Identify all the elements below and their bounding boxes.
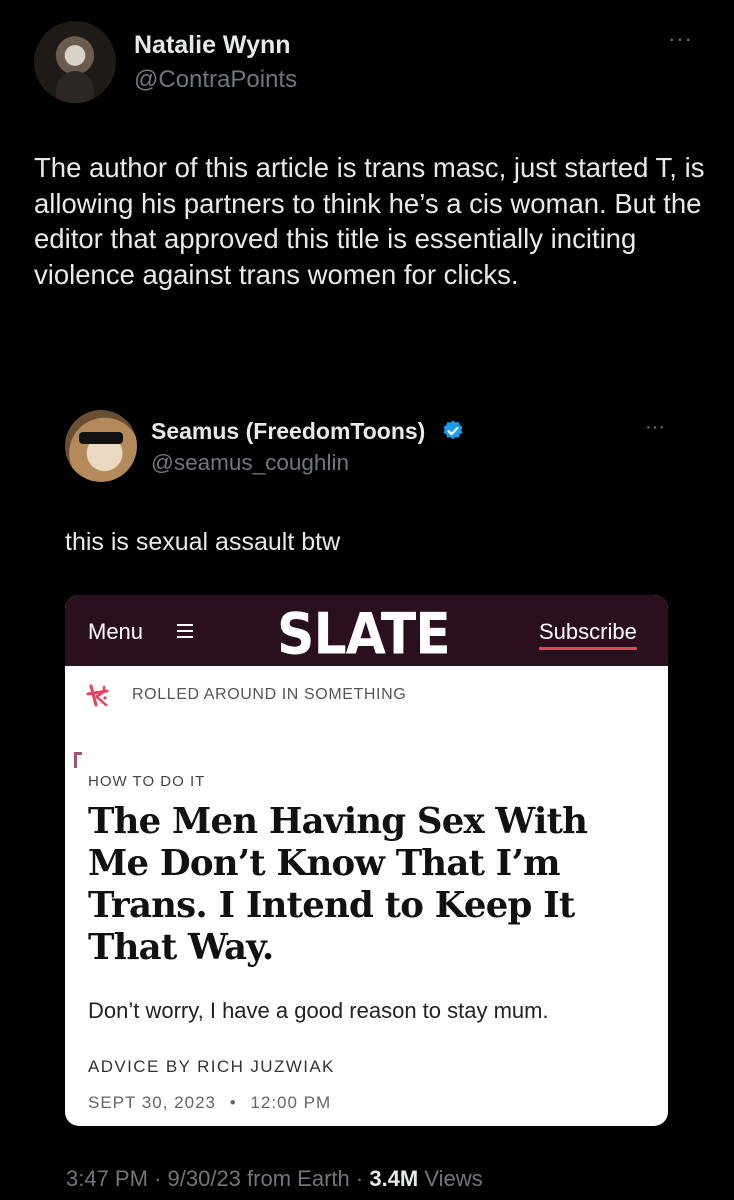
- quoted-author-handle[interactable]: @seamus_coughlin: [151, 450, 349, 476]
- tweet-date[interactable]: 9/30/23: [168, 1166, 241, 1191]
- menu-label: Menu: [88, 619, 144, 644]
- tweet-text: The author of this article is trans masc…: [34, 152, 705, 290]
- article-kicker: HOW TO DO IT: [88, 773, 206, 790]
- article-headline: The Men Having Sex With Me Don’t Know Th…: [88, 801, 588, 968]
- meta-separator: ·: [355, 1166, 364, 1191]
- quoted-more-options-icon[interactable]: ···: [645, 416, 665, 439]
- author-avatar[interactable]: [34, 21, 116, 103]
- views-label[interactable]: Views: [424, 1166, 482, 1191]
- more-options-icon[interactable]: ···: [668, 26, 693, 52]
- tweet-source: from Earth: [247, 1166, 350, 1191]
- article-time: 12:00 PM: [250, 1093, 332, 1112]
- author-handle[interactable]: @ContraPoints: [134, 66, 297, 94]
- subscribe-link: Subscribe: [539, 619, 637, 650]
- tweet-time[interactable]: 3:47 PM: [66, 1166, 148, 1191]
- article-dek: Don’t worry, I have a good reason to sta…: [88, 998, 549, 1023]
- quoted-tweet-text: this is sexual assault btw: [65, 528, 341, 556]
- tweet-metadata: 3:47 PM · 9/30/23 from Earth · 3.4M View…: [66, 1166, 483, 1192]
- slate-header: Menu SLATE Subscribe: [65, 595, 668, 668]
- hamburger-menu-icon: [177, 624, 193, 638]
- author-name[interactable]: Natalie Wynn: [134, 31, 291, 60]
- views-count[interactable]: 3.4M: [369, 1166, 418, 1191]
- article-byline: ADVICE BY RICH JUZWIAK: [88, 1057, 335, 1076]
- date-separator: •: [229, 1093, 237, 1112]
- meta-separator: ·: [154, 1166, 162, 1191]
- verified-badge-icon: [443, 420, 463, 440]
- quoted-author-name[interactable]: Seamus (FreedomToons): [151, 418, 425, 445]
- article-date: SEPT 30, 2023: [88, 1093, 216, 1112]
- article-screenshot[interactable]: Menu SLATE Subscribe ROLLED AROUND IN SO…: [65, 595, 668, 1126]
- slate-logo: SLATE: [277, 602, 451, 668]
- section-label: ROLLED AROUND IN SOMETHING: [132, 686, 407, 703]
- quoted-author-avatar[interactable]: [65, 410, 137, 482]
- section-icon: [86, 684, 109, 707]
- corner-mark-icon: [74, 752, 82, 768]
- article-dateline: SEPT 30, 2023 • 12:00 PM: [88, 1093, 331, 1113]
